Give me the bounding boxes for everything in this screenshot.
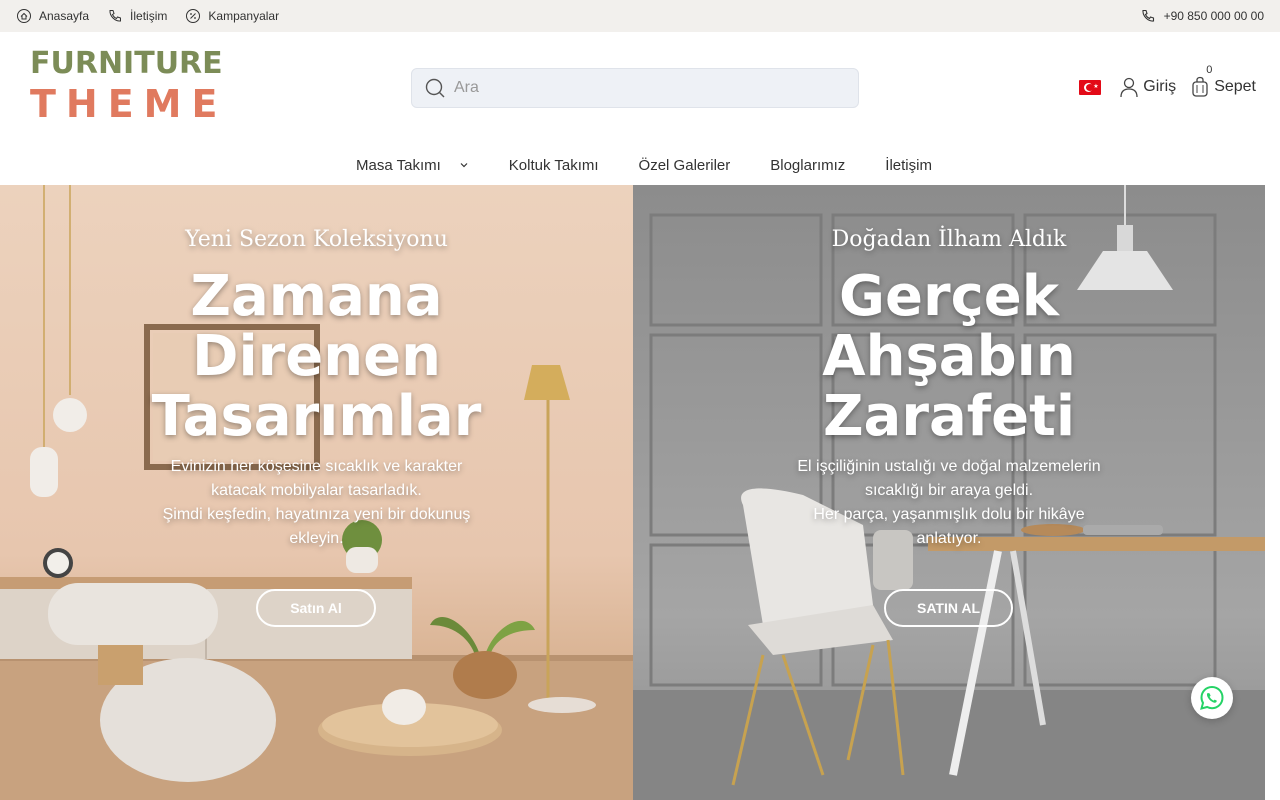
nav-item-label: Koltuk Takımı <box>508 156 599 174</box>
top-link-campaigns[interactable]: Kampanyalar <box>185 8 279 24</box>
top-phone[interactable]: +90 850 000 00 00 <box>1140 8 1264 24</box>
hero-panel-right[interactable]: Doğadan İlham Aldık Gerçek Ahşabın Zaraf… <box>633 185 1265 800</box>
top-link-label: Kampanyalar <box>208 9 280 23</box>
hero-right-desc-line: El işçiliğinin ustalığı ve doğal malzeme… <box>797 458 1101 475</box>
nav-item-label: Özel Galeriler <box>638 156 731 174</box>
phone-icon <box>109 10 122 22</box>
nav-item-label: Bloglarımız <box>770 156 846 174</box>
top-bar: Anasayfa İletişim Kampanyalar +90 850 00… <box>0 0 1280 32</box>
site-logo[interactable]: FURNITURE THEME <box>30 46 228 127</box>
top-link-home[interactable]: Anasayfa <box>16 8 89 24</box>
logo-line-2: THEME <box>30 82 228 126</box>
top-link-contact[interactable]: İletişim <box>107 8 167 24</box>
hero-banner: Yeni Sezon Koleksiyonu Zamana Direnen Ta… <box>0 185 1265 800</box>
hero-right-desc-line: Her parça, yaşanmışlık dolu bir hikâye <box>813 506 1085 523</box>
nav-item-galleries[interactable]: Özel Galeriler <box>639 157 731 174</box>
hero-right-title: Gerçek Ahşabın Zarafeti <box>633 267 1265 447</box>
hero-left-desc-line: ekleyin. <box>289 530 344 547</box>
hero-left-description: Evinizin her köşesine sıcaklık ve karakt… <box>0 455 633 551</box>
hero-left-desc-line: katacak mobilyalar tasarladık. <box>211 482 422 499</box>
login-button[interactable]: Giriş <box>1119 76 1176 98</box>
hero-left-desc-line: Şimdi keşfedin, hayatınıza yeni bir doku… <box>162 506 471 523</box>
search-icon[interactable] <box>424 77 446 99</box>
hero-right-title-line: Ahşabın <box>822 324 1076 389</box>
site-header: FURNITURE THEME ★ Giriş 0 Sepet <box>0 32 1280 144</box>
phone-icon <box>1142 9 1154 22</box>
hero-panel-left[interactable]: Yeni Sezon Koleksiyonu Zamana Direnen Ta… <box>0 185 633 800</box>
login-label: Giriş <box>1143 78 1177 95</box>
hero-right-description: El işçiliğinin ustalığı ve doğal malzeme… <box>633 455 1265 551</box>
nav-item-label: Masa Takımı <box>356 156 441 174</box>
header-actions: ★ Giriş 0 Sepet <box>1079 64 1256 98</box>
whatsapp-button[interactable] <box>1191 677 1233 719</box>
hero-left-desc-line: Evinizin her köşesine sıcaklık ve karakt… <box>170 458 463 475</box>
cart-button[interactable]: 0 Sepet <box>1190 64 1256 98</box>
language-flag-icon[interactable]: ★ <box>1079 79 1102 95</box>
nav-item-contact[interactable]: İletişim <box>885 157 932 174</box>
hero-right-title-line: Gerçek <box>839 264 1059 329</box>
cart-icon <box>1192 76 1208 97</box>
hero-left-subtitle: Yeni Sezon Koleksiyonu <box>185 227 448 252</box>
hero-left-title: Zamana Direnen Tasarımlar <box>0 267 633 447</box>
hero-right-title-line: Zarafeti <box>822 384 1076 449</box>
whatsapp-icon <box>1200 685 1224 710</box>
nav-item-blogs[interactable]: Bloglarımız <box>770 157 845 174</box>
nav-item-label: İletişim <box>885 156 932 174</box>
logo-line-1: FURNITURE <box>30 46 223 81</box>
search-input[interactable] <box>454 79 834 97</box>
user-icon <box>1120 77 1138 98</box>
top-link-label: Anasayfa <box>39 9 90 23</box>
home-icon <box>17 9 31 23</box>
percent-icon <box>186 9 201 23</box>
hero-left-title-line: Tasarımlar <box>151 384 482 449</box>
cart-label: Sepet <box>1214 78 1256 95</box>
search-box <box>411 68 859 108</box>
cart-count-badge: 0 <box>1206 64 1213 76</box>
buy-button-right[interactable]: SATIN AL <box>884 589 1013 627</box>
top-links: Anasayfa İletişim Kampanyalar <box>16 8 279 24</box>
chevron-down-icon <box>460 163 468 168</box>
hero-right-subtitle: Doğadan İlham Aldık <box>831 227 1067 252</box>
nav-item-sofa-set[interactable]: Koltuk Takımı <box>509 157 599 174</box>
main-nav: Masa Takımı Koltuk Takımı Özel Galeriler… <box>0 148 1280 182</box>
nav-item-table-set[interactable]: Masa Takımı <box>356 157 469 174</box>
top-phone-number: +90 850 000 00 00 <box>1163 9 1264 23</box>
hero-right-desc-line: sıcaklığı bir araya geldi. <box>864 482 1034 499</box>
hero-right-desc-line: anlatıyor. <box>916 530 982 547</box>
hero-left-title-line: Direnen <box>192 324 441 389</box>
buy-button-left[interactable]: Satın Al <box>256 589 376 627</box>
top-link-label: İletişim <box>130 9 168 23</box>
hero-left-title-line: Zamana <box>190 264 443 329</box>
